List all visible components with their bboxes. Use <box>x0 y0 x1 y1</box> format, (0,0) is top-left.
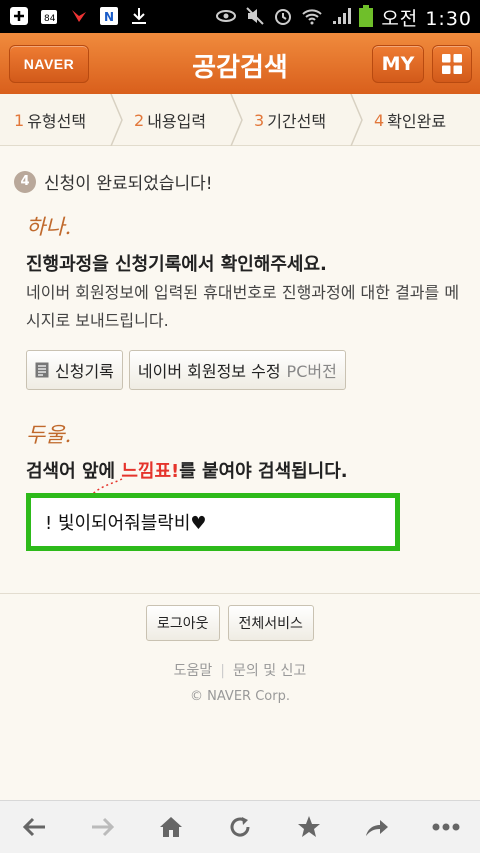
refresh-button[interactable] <box>206 801 275 853</box>
eye-icon <box>215 8 237 28</box>
app-icon <box>68 5 90 27</box>
status-time: 오전 1:30 <box>381 8 472 30</box>
step-type-select: 1 유형선택 <box>0 94 123 146</box>
signal-icon <box>331 6 352 30</box>
home-icon <box>160 817 183 837</box>
section-one-label: 하나. <box>26 215 72 239</box>
help-link[interactable]: 도움말 <box>174 663 213 679</box>
download-icon <box>128 5 150 27</box>
naver-app-icon: N <box>98 5 120 27</box>
contact-link[interactable]: 문의 및 신고 <box>233 663 306 679</box>
footer-divider <box>0 593 480 594</box>
back-icon <box>23 817 46 837</box>
app-header: NAVER 공감검색 MY <box>0 33 480 94</box>
svg-text:N: N <box>104 10 114 24</box>
history-button[interactable]: 신청기록 <box>26 350 123 390</box>
home-button[interactable] <box>137 801 206 853</box>
refresh-icon <box>230 817 250 837</box>
menu-grid-button[interactable] <box>432 45 472 83</box>
footer-buttons: 로그아웃 전체서비스 <box>146 605 314 641</box>
step-period-select: 3 기간선택 <box>240 94 363 146</box>
status-bar: 84 N 오전 1:30 <box>0 0 480 33</box>
completion-text: 신청이 완료되었습니다! <box>44 174 213 194</box>
more-button[interactable] <box>411 801 480 853</box>
add-icon <box>8 5 30 27</box>
alarm-icon <box>273 6 293 30</box>
browser-nav-bar <box>0 800 480 853</box>
mute-icon <box>245 6 265 30</box>
step-confirm-complete: 4 확인완료 <box>374 110 447 132</box>
star-icon <box>297 816 320 837</box>
edit-member-info-button[interactable]: 네이버 회원정보 수정 PC버전 <box>128 350 346 390</box>
bookmark-button[interactable] <box>274 801 343 853</box>
highlight-exclamation: 느낌표! <box>121 461 180 482</box>
forward-button[interactable] <box>69 801 138 853</box>
all-services-button[interactable]: 전체서비스 <box>227 605 314 641</box>
step-content-input: 2 내용입력 <box>120 94 243 146</box>
footer-links: 도움말 | 문의 및 신고 <box>0 660 480 680</box>
link-separator: | <box>220 663 226 679</box>
search-example-box: ! 빛이되어줘블락비♥ <box>26 493 400 551</box>
share-button[interactable] <box>343 801 412 853</box>
section-one-heading: 진행과정을 신청기록에서 확인해주세요. <box>26 254 327 275</box>
document-icon <box>35 362 49 378</box>
logout-button[interactable]: 로그아웃 <box>146 605 220 641</box>
battery-icon <box>359 4 374 31</box>
copyright: © NAVER Corp. <box>190 689 290 704</box>
kakao-icon: 84 <box>38 5 60 27</box>
step-progress: 1 유형선택 2 내용입력 3 기간선택 4 확인완료 <box>0 94 480 146</box>
back-button[interactable] <box>0 801 69 853</box>
more-icon <box>432 823 460 831</box>
share-icon <box>366 820 389 836</box>
section-one-buttons: 신청기록 네이버 회원정보 수정 PC버전 <box>26 350 346 390</box>
my-button[interactable]: MY <box>372 45 424 83</box>
completion-message: 4 신청이 완료되었습니다! <box>14 169 213 194</box>
section-one-description: 네이버 회원정보에 입력된 휴대번호로 진행과정에 대한 결과를 메시지로 보내… <box>26 283 460 330</box>
wifi-icon <box>301 7 323 29</box>
step-number-badge: 4 <box>14 170 36 193</box>
forward-icon <box>91 817 114 837</box>
svg-text:84: 84 <box>44 14 56 24</box>
grid-icon <box>442 54 462 74</box>
section-two-label: 두울. <box>26 423 72 447</box>
